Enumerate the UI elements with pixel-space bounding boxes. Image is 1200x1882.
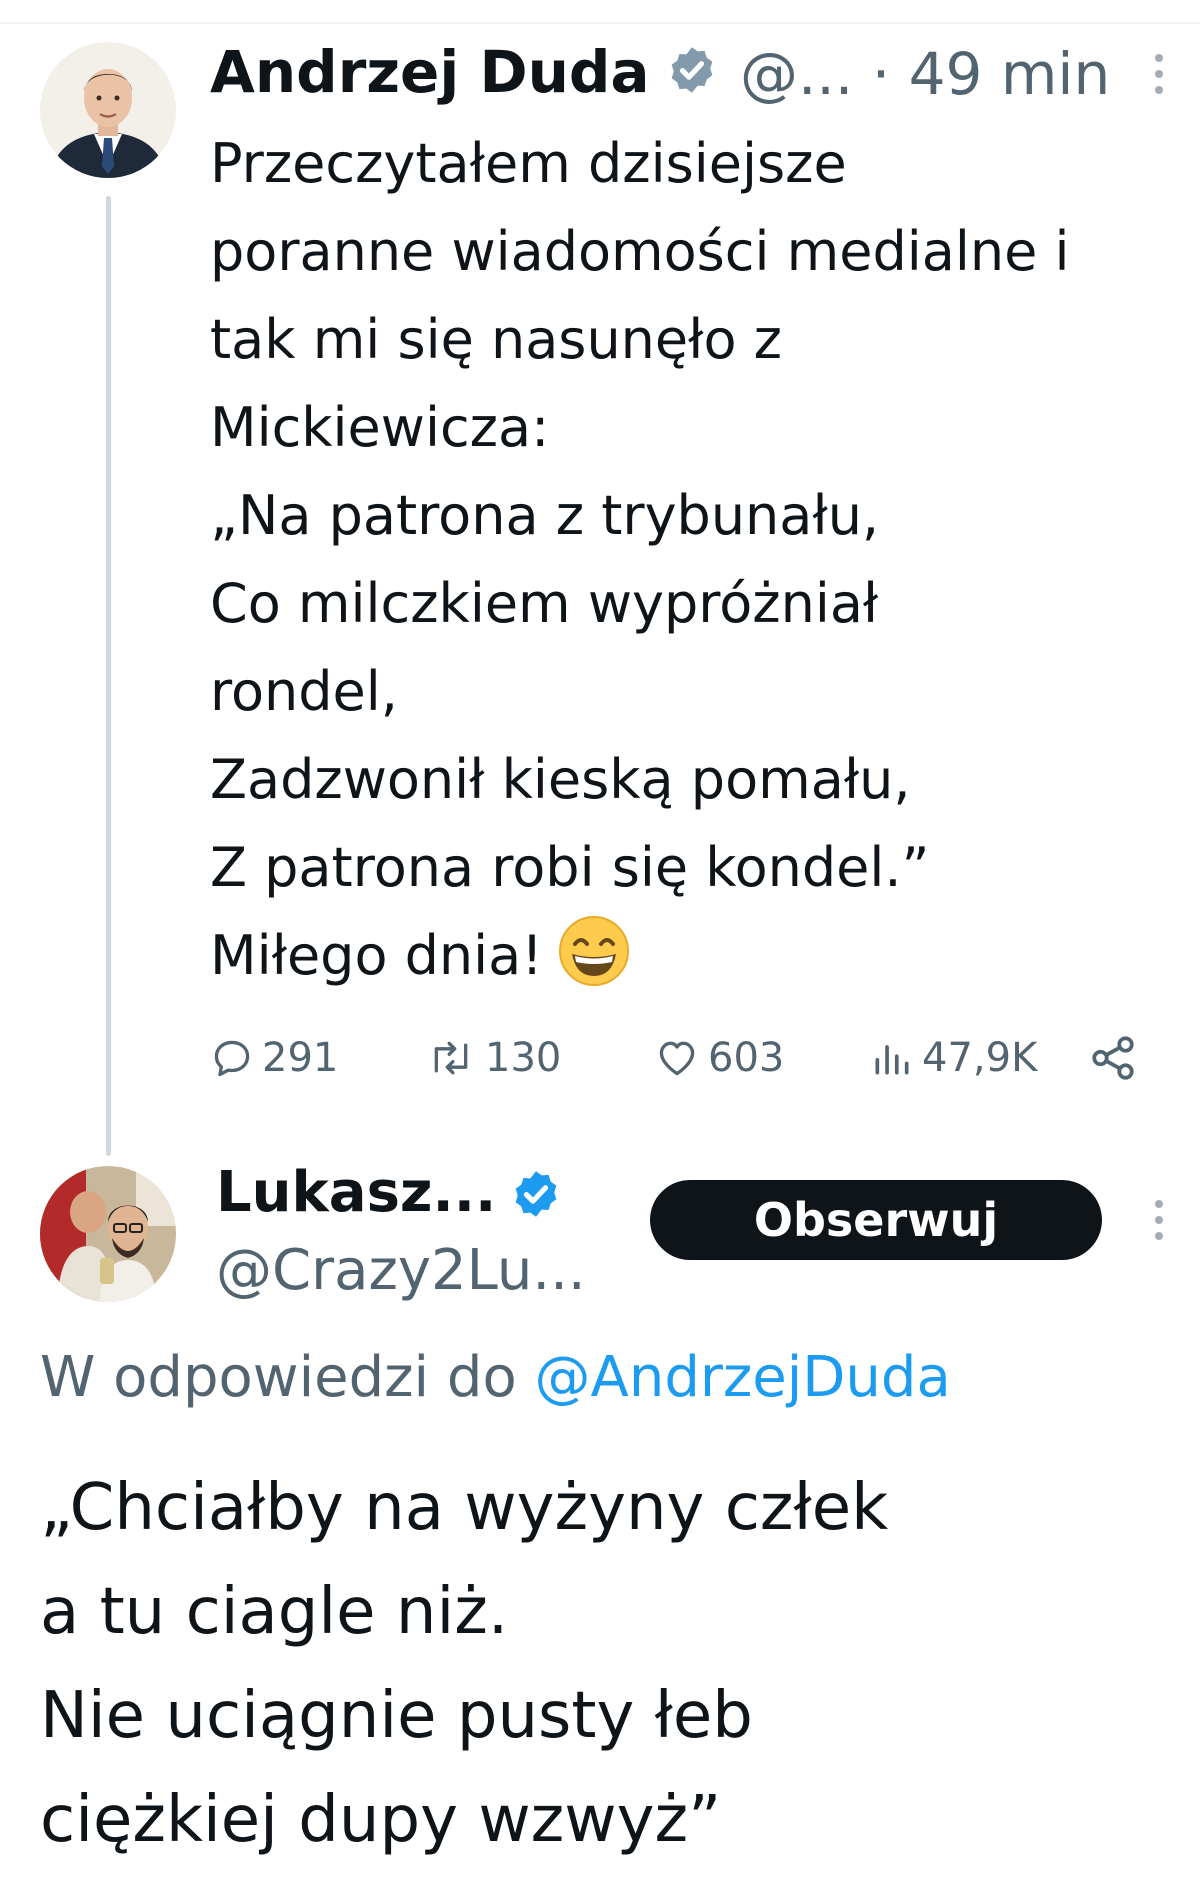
follow-button[interactable]: Obserwuj	[650, 1180, 1102, 1260]
tweet-text: Przeczytałem dzisiejsze poranne wiadomoś…	[210, 120, 1069, 1014]
meta-separator: ·	[871, 40, 891, 108]
tweet-line: Mickiewicza:	[210, 396, 550, 459]
tweet-line: Przeczytałem dzisiejsze	[210, 132, 847, 195]
author-handle[interactable]: @...	[740, 40, 853, 108]
like-button[interactable]: 603	[654, 1028, 784, 1088]
tweet-line: Zadzwonił kieską pomału,	[210, 748, 911, 811]
reply-line: ciężkiej dupy wzwyż”	[40, 1783, 722, 1857]
like-count: 603	[708, 1035, 785, 1081]
reply-line: „Chciałby na wyżyny człek	[40, 1471, 889, 1545]
reply-count: 291	[262, 1035, 339, 1081]
reply-context: W odpowiedzi do @AndrzejDuda	[40, 1345, 951, 1410]
author-name[interactable]: Andrzej Duda	[210, 38, 650, 106]
reply-icon	[214, 1040, 250, 1077]
avatar-lukasz[interactable]	[40, 1166, 176, 1302]
share-button[interactable]	[1088, 1028, 1146, 1088]
tweet-timestamp[interactable]: 49 min	[909, 40, 1111, 108]
repost-icon	[434, 1041, 468, 1075]
more-icon[interactable]	[1155, 54, 1169, 102]
tweet-line: tak mi się nasunęło z	[210, 308, 783, 371]
view-count: 47,9K	[922, 1035, 1038, 1081]
tweet-line: Co milczkiem wypróżniał	[210, 572, 879, 635]
verified-badge-icon	[666, 44, 718, 100]
tweet-line: Z patrona robi się kondel.”	[210, 836, 930, 899]
reply-author-name[interactable]: Lukasz...	[216, 1160, 496, 1225]
top-divider	[0, 22, 1200, 24]
tweet-line: „Na patrona z trybunału,	[210, 484, 880, 547]
tweet-last-line: Miłego dnia!	[210, 912, 1069, 1014]
avatar-andrzej-duda[interactable]	[40, 42, 176, 178]
repost-count: 130	[485, 1035, 562, 1081]
reply-text: „Chciałby na wyżyny człek a tu ciagle ni…	[40, 1456, 888, 1872]
reply-to-prefix: W odpowiedzi do	[40, 1345, 517, 1410]
tweet-line: poranne wiadomości medialne i	[210, 220, 1070, 283]
reply-button[interactable]: 291	[210, 1028, 338, 1088]
repost-button[interactable]: 130	[425, 1028, 561, 1088]
reply-author-handle[interactable]: @Crazy2Lu...	[216, 1238, 586, 1303]
reply-line: a tu ciagle niż.	[40, 1575, 509, 1649]
grinning-face-emoji-icon	[557, 914, 631, 1014]
like-icon	[659, 1041, 695, 1076]
share-icon	[1092, 1036, 1134, 1080]
views-icon	[875, 1045, 909, 1075]
reply-to-mention-link[interactable]: @AndrzejDuda	[535, 1345, 951, 1410]
views-button[interactable]: 47,9K	[870, 1028, 1037, 1088]
tweet-actions: 291 130 603 47,9K	[210, 1028, 1160, 1088]
tweet-line: Miłego dnia!	[210, 924, 543, 987]
more-icon[interactable]	[1155, 1200, 1169, 1248]
thread-connector-line	[106, 196, 111, 1156]
verified-badge-icon	[510, 1168, 562, 1224]
tweet-meta: @... · 49 min	[740, 40, 1110, 108]
reply-line: Nie uciągnie pusty łeb	[40, 1679, 753, 1753]
tweet-line: rondel,	[210, 660, 398, 723]
